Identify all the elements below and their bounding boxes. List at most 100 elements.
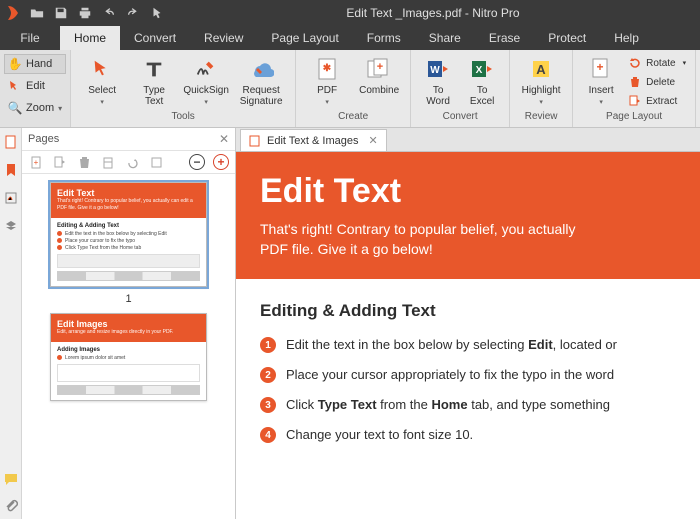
tab-erase[interactable]: Erase	[475, 26, 534, 50]
rotate-icon	[628, 56, 642, 70]
highlight-icon: A	[527, 55, 555, 83]
ribbon: ✋Hand Edit 🔍Zoom▾ Select▾ Type Text Quic…	[0, 50, 700, 128]
to-excel-button[interactable]: XTo Excel	[461, 52, 503, 110]
type-text-button[interactable]: Type Text	[129, 52, 179, 110]
zoom-icon: 🔍	[8, 101, 22, 115]
ribbon-group-document: Find Document	[696, 50, 700, 127]
request-signature-button[interactable]: Request Signature	[233, 52, 289, 110]
group-label-tools: Tools	[77, 111, 289, 127]
page-thumbnail-2[interactable]: Edit ImagesEdit, arrange and resize imag…	[50, 313, 207, 401]
cloud-signature-icon	[247, 55, 275, 83]
document-view[interactable]: Edit Text That's right! Contrary to popu…	[236, 152, 700, 519]
group-label-convert: Convert	[417, 111, 503, 127]
pages-panel-toolbar: + − +	[22, 150, 235, 174]
insert-button[interactable]: +Insert▾	[579, 52, 623, 110]
doc-section-title: Editing & Adding Text	[260, 301, 676, 321]
pdf-icon: ✱	[313, 55, 341, 83]
ribbon-pretool: ✋Hand Edit 🔍Zoom▾	[0, 50, 71, 127]
pages-panel: Pages ✕ + − + Edit TextThat's right! Con…	[22, 128, 236, 519]
rotate-page-icon[interactable]	[124, 154, 140, 170]
document-tab[interactable]: Edit Text & Images ✕	[240, 129, 387, 151]
close-tab-icon[interactable]: ✕	[369, 134, 378, 147]
edit-tool[interactable]: Edit	[4, 76, 66, 96]
quick-access-toolbar	[28, 4, 166, 22]
tab-protect[interactable]: Protect	[534, 26, 600, 50]
zoom-tool[interactable]: 🔍Zoom▾	[4, 98, 66, 118]
document-area: Edit Text & Images ✕ Edit Text That's ri…	[236, 128, 700, 519]
bookmarks-icon[interactable]	[3, 162, 19, 178]
svg-text:A: A	[536, 62, 546, 77]
type-text-icon	[140, 55, 168, 83]
doc-step-2: 2Place your cursor appropriately to fix …	[260, 367, 676, 383]
close-icon[interactable]: ✕	[219, 132, 229, 146]
rotate-button[interactable]: Rotate▾	[625, 54, 689, 72]
delete-button[interactable]: Delete	[625, 73, 689, 91]
zoom-in-icon[interactable]: +	[213, 154, 229, 170]
window-title: Edit Text _Images.pdf - Nitro Pro	[166, 6, 700, 20]
document-tab-label: Edit Text & Images	[267, 135, 359, 147]
tab-home[interactable]: Home	[60, 26, 120, 50]
tab-page-layout[interactable]: Page Layout	[257, 26, 352, 50]
body-area: Pages ✕ + − + Edit TextThat's right! Con…	[0, 128, 700, 519]
chevron-down-icon: ▾	[58, 104, 62, 113]
document-tabs: Edit Text & Images ✕	[236, 128, 700, 152]
extract-icon	[628, 94, 642, 108]
doc-step-1: 1Edit the text in the box below by selec…	[260, 337, 676, 353]
tab-share[interactable]: Share	[415, 26, 475, 50]
combine-button[interactable]: +Combine	[354, 52, 404, 110]
group-label-create: Create	[302, 111, 404, 127]
pages-panel-icon[interactable]	[3, 134, 19, 150]
tab-forms[interactable]: Forms	[353, 26, 415, 50]
svg-text:X: X	[476, 65, 483, 76]
svg-text:+: +	[597, 60, 604, 74]
ribbon-group-tools: Select▾ Type Text QuickSign▾ Request Sig…	[71, 50, 296, 127]
insert-page-icon: +	[587, 55, 615, 83]
open-icon[interactable]	[28, 4, 46, 22]
attachments-icon[interactable]	[3, 497, 19, 513]
quicksign-icon	[192, 55, 220, 83]
hand-tool[interactable]: ✋Hand	[4, 54, 66, 74]
replace-page-icon[interactable]	[100, 154, 116, 170]
cursor-edit-icon	[8, 79, 22, 93]
svg-text:✱: ✱	[323, 63, 332, 74]
pdf-button[interactable]: ✱PDF▾	[302, 52, 352, 110]
redo-icon[interactable]	[124, 4, 142, 22]
svg-text:+: +	[377, 61, 383, 73]
app-icon	[4, 4, 22, 22]
side-tool-strip	[0, 128, 22, 519]
pages-panel-title: Pages	[28, 133, 59, 145]
page-thumbnail-1[interactable]: Edit TextThat's right! Contrary to popul…	[50, 182, 207, 287]
print-icon[interactable]	[76, 4, 94, 22]
word-icon: W	[424, 55, 452, 83]
group-label-page-layout: Page Layout	[579, 111, 689, 127]
extract-page-icon[interactable]	[52, 154, 68, 170]
undo-icon[interactable]	[100, 4, 118, 22]
highlight-button[interactable]: AHighlight▾	[516, 52, 566, 110]
select-button[interactable]: Select▾	[77, 52, 127, 110]
pointer-icon[interactable]	[148, 4, 166, 22]
tab-review[interactable]: Review	[190, 26, 257, 50]
doc-hero: Edit Text That's right! Contrary to popu…	[236, 152, 700, 279]
ribbon-group-convert: WTo Word XTo Excel Convert	[411, 50, 510, 127]
excel-icon: X	[468, 55, 496, 83]
tab-convert[interactable]: Convert	[120, 26, 190, 50]
crop-page-icon[interactable]	[148, 154, 164, 170]
save-icon[interactable]	[52, 4, 70, 22]
group-label-review: Review	[516, 111, 566, 127]
delete-page-icon[interactable]	[76, 154, 92, 170]
file-menu[interactable]: File	[0, 26, 60, 50]
quicksign-button[interactable]: QuickSign▾	[181, 52, 231, 110]
to-word-button[interactable]: WTo Word	[417, 52, 459, 110]
zoom-out-icon[interactable]: −	[189, 154, 205, 170]
tab-help[interactable]: Help	[600, 26, 653, 50]
document-icon	[249, 135, 261, 147]
doc-step-3: 3Click Type Text from the Home tab, and …	[260, 397, 676, 413]
layers-icon[interactable]	[3, 218, 19, 234]
extract-button[interactable]: Extract	[625, 92, 689, 110]
insert-page-icon[interactable]: +	[28, 154, 44, 170]
doc-hero-title: Edit Text	[260, 172, 680, 211]
signatures-icon[interactable]	[3, 190, 19, 206]
page-thumbnails[interactable]: Edit TextThat's right! Contrary to popul…	[22, 174, 235, 519]
comments-icon[interactable]	[3, 471, 19, 487]
ribbon-group-create: ✱PDF▾ +Combine Create	[296, 50, 411, 127]
